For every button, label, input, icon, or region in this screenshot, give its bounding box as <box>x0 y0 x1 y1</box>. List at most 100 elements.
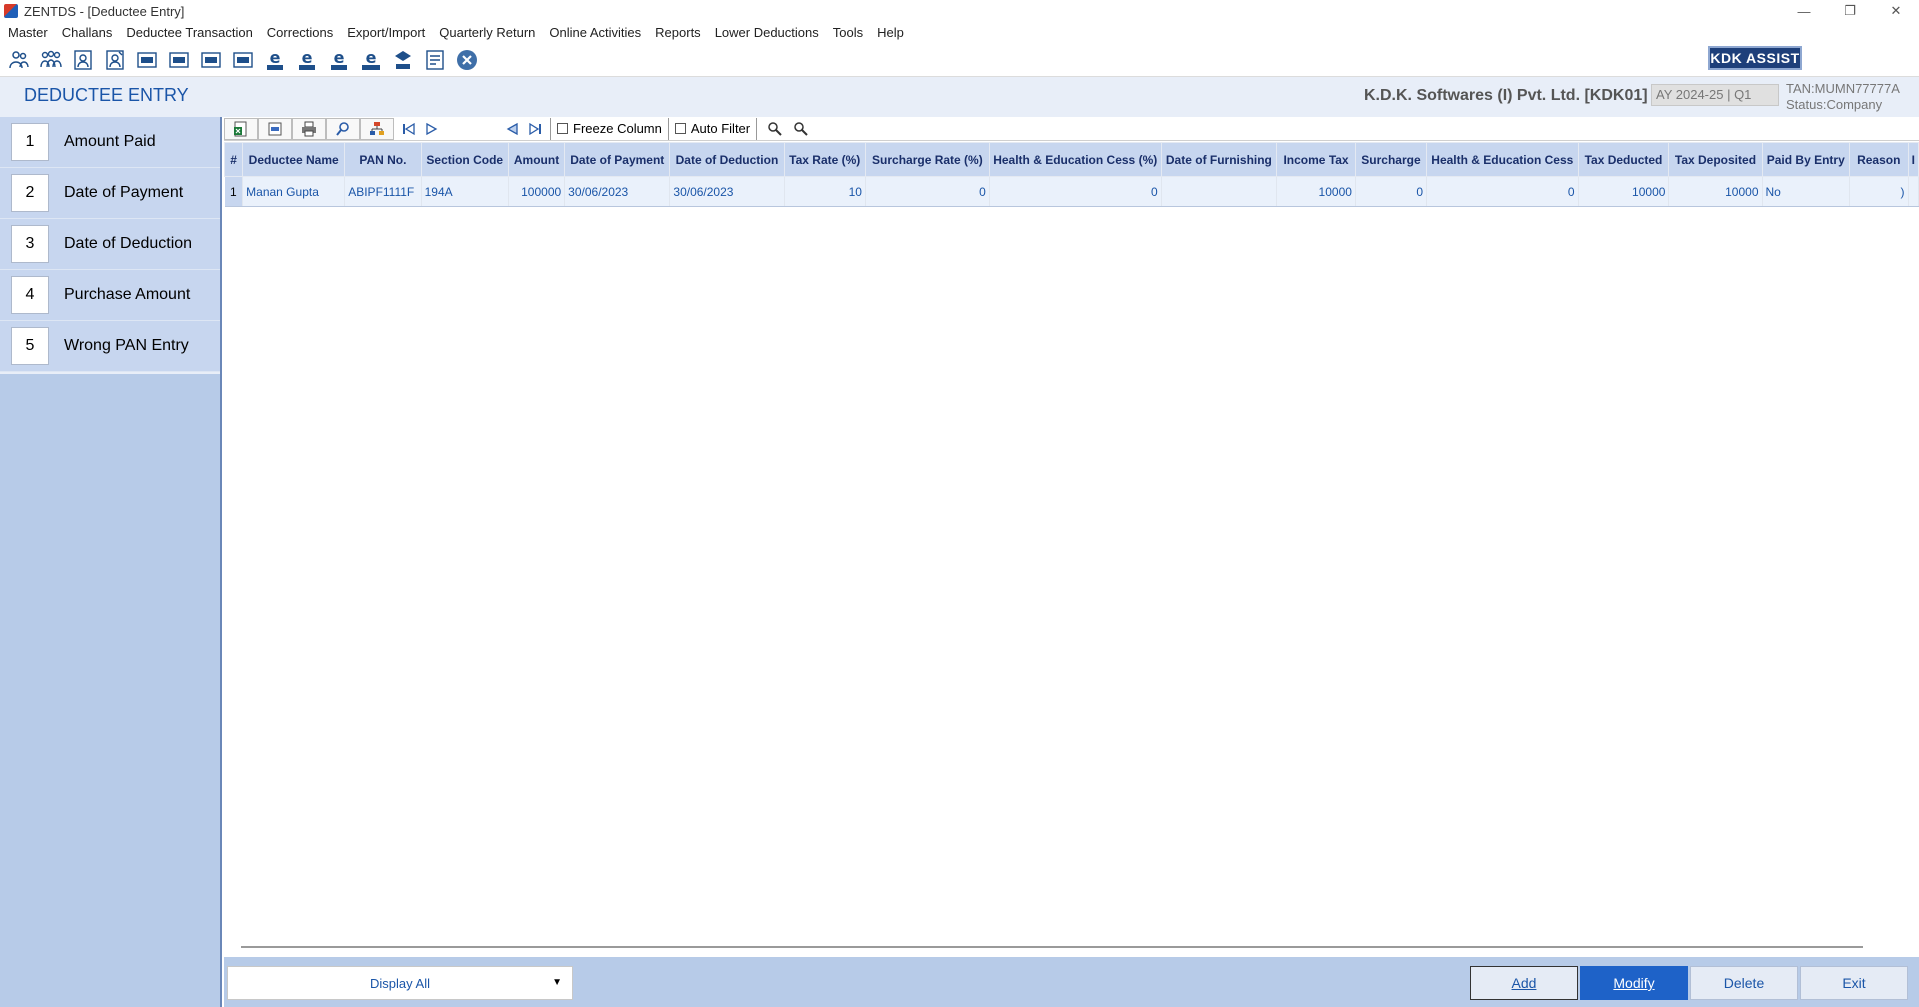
next-record-button[interactable] <box>420 118 442 140</box>
efile-27eq-icon[interactable]: e <box>358 47 384 73</box>
kdk-assist-button[interactable]: KDK ASSIST <box>1708 46 1802 70</box>
minimize-button[interactable]: — <box>1781 0 1827 22</box>
column-header-tax-deposited[interactable]: Tax Deposited <box>1668 142 1763 177</box>
column-header-cess-rate[interactable]: Health & Education Cess (%) <box>988 142 1162 177</box>
sidebar-item-label: Purchase Amount <box>64 286 191 303</box>
close-button[interactable]: ✕ <box>1873 0 1919 22</box>
export-csv-button[interactable] <box>258 117 292 140</box>
menu-quarterly-return[interactable]: Quarterly Return <box>439 25 535 40</box>
previous-record-button[interactable] <box>502 118 524 140</box>
title-bar: ZENTDS - [Deductee Entry] — ❐ ✕ <box>0 0 1919 22</box>
menu-export-import[interactable]: Export/Import <box>347 25 425 40</box>
sidebar-item-number: 2 <box>11 174 49 212</box>
form-24q-icon[interactable] <box>134 47 160 73</box>
table-row[interactable]: 1 Manan Gupta ABIPF1111F 194A 100000 30/… <box>224 176 1919 207</box>
sidebar-item-date-of-payment[interactable]: 2 Date of Payment <box>0 168 220 219</box>
column-header-surcharge-rate[interactable]: Surcharge Rate (%) <box>864 142 990 177</box>
row-index[interactable]: 1 <box>224 176 244 207</box>
column-header-reason[interactable]: Reason <box>1849 142 1909 177</box>
column-header-section-code[interactable]: Section Code <box>420 142 509 177</box>
column-header-income-tax[interactable]: Income Tax <box>1276 142 1356 177</box>
cell-surcharge-rate[interactable]: 0 <box>865 176 990 207</box>
freeze-column-checkbox[interactable]: Freeze Column <box>550 117 668 140</box>
display-filter-select[interactable]: Display All ▼ <box>227 966 573 1000</box>
menu-deductee-transaction[interactable]: Deductee Transaction <box>126 25 252 40</box>
column-header-date-of-payment[interactable]: Date of Payment <box>564 142 671 177</box>
column-header-truncated[interactable]: I <box>1907 142 1919 177</box>
auto-filter-box[interactable] <box>674 123 686 134</box>
efile-27q-icon[interactable]: e <box>326 47 352 73</box>
sidebar-item-date-of-deduction[interactable]: 3 Date of Deduction <box>0 219 220 270</box>
cell-deductee-name[interactable]: Manan Gupta <box>242 176 346 207</box>
column-header-index[interactable]: # <box>224 142 244 177</box>
column-header-date-of-deduction[interactable]: Date of Deduction <box>669 142 785 177</box>
column-header-paid-by-entry[interactable]: Paid By Entry <box>1761 142 1851 177</box>
column-header-tax-deducted[interactable]: Tax Deducted <box>1577 142 1670 177</box>
column-header-date-of-furnishing[interactable]: Date of Furnishing <box>1160 142 1278 177</box>
first-record-button[interactable] <box>398 118 420 140</box>
printer-icon <box>302 121 316 136</box>
sidebar-item-purchase-amount[interactable]: 4 Purchase Amount <box>0 270 220 321</box>
hierarchy-button[interactable] <box>360 117 394 140</box>
cell-tax-deducted[interactable]: 10000 <box>1578 176 1670 207</box>
menu-challans[interactable]: Challans <box>62 25 113 40</box>
restore-button[interactable]: ❐ <box>1827 0 1873 22</box>
auto-filter-checkbox[interactable]: Auto Filter <box>667 117 756 140</box>
column-header-pan[interactable]: PAN No. <box>344 142 422 177</box>
cell-section-code[interactable]: 194A <box>421 176 509 207</box>
menu-tools[interactable]: Tools <box>833 25 863 40</box>
column-header-amount[interactable]: Amount <box>507 142 566 177</box>
cell-reason[interactable]: ) <box>1849 176 1909 207</box>
menu-corrections[interactable]: Corrections <box>267 25 333 40</box>
cell-date-of-furnishing[interactable] <box>1161 176 1278 207</box>
modify-button[interactable]: Modify <box>1580 966 1688 1000</box>
report-icon[interactable] <box>422 47 448 73</box>
form-26q-icon[interactable] <box>166 47 192 73</box>
print-button[interactable] <box>292 117 326 140</box>
find-button[interactable] <box>326 117 360 140</box>
find-next-icon[interactable] <box>793 121 809 137</box>
freeze-column-box[interactable] <box>557 123 568 134</box>
cell-tax-rate[interactable]: 10 <box>784 176 866 207</box>
group-icon[interactable] <box>38 47 64 73</box>
column-header-surcharge[interactable]: Surcharge <box>1354 142 1428 177</box>
cell-tax-deposited[interactable]: 10000 <box>1668 176 1763 207</box>
cell-amount[interactable]: 100000 <box>508 176 566 207</box>
cell-cess[interactable]: 0 <box>1426 176 1579 207</box>
efile-26q-icon[interactable]: e <box>294 47 320 73</box>
menu-help[interactable]: Help <box>877 25 904 40</box>
close-circle-icon[interactable] <box>454 47 480 73</box>
form-27q-icon[interactable] <box>198 47 224 73</box>
column-header-tax-rate[interactable]: Tax Rate (%) <box>783 142 866 177</box>
sidebar-item-amount-paid[interactable]: 1 Amount Paid <box>0 117 220 168</box>
menu-master[interactable]: Master <box>8 25 48 40</box>
menu-lower-deductions[interactable]: Lower Deductions <box>715 25 819 40</box>
last-record-button[interactable] <box>524 118 546 140</box>
cell-date-of-payment[interactable]: 30/06/2023 <box>564 176 671 207</box>
cell-truncated[interactable] <box>1908 176 1919 207</box>
user-edit-icon[interactable] <box>102 47 128 73</box>
column-header-deductee-name[interactable]: Deductee Name <box>242 142 346 177</box>
cell-pan[interactable]: ABIPF1111F <box>344 176 422 207</box>
cell-cess-rate[interactable]: 0 <box>989 176 1162 207</box>
tds-icon[interactable] <box>390 47 416 73</box>
cell-date-of-deduction[interactable]: 30/06/2023 <box>669 176 785 207</box>
find-user-icon[interactable] <box>767 121 783 137</box>
hierarchy-icon <box>370 121 384 135</box>
export-excel-button[interactable] <box>224 117 258 140</box>
sidebar-item-wrong-pan-entry[interactable]: 5 Wrong PAN Entry <box>0 321 220 372</box>
form-27eq-icon[interactable] <box>230 47 256 73</box>
add-button[interactable]: Add <box>1470 966 1578 1000</box>
exit-button[interactable]: Exit <box>1800 966 1908 1000</box>
efile-24q-icon[interactable]: e <box>262 47 288 73</box>
horizontal-scrollbar[interactable] <box>241 946 1863 948</box>
menu-reports[interactable]: Reports <box>655 25 701 40</box>
users-icon[interactable] <box>6 47 32 73</box>
menu-online-activities[interactable]: Online Activities <box>549 25 641 40</box>
cell-income-tax[interactable]: 10000 <box>1276 176 1356 207</box>
cell-paid-by-entry[interactable]: No <box>1762 176 1851 207</box>
delete-button[interactable]: Delete <box>1690 966 1798 1000</box>
user-add-icon[interactable] <box>70 47 96 73</box>
column-header-cess[interactable]: Health & Education Cess <box>1426 142 1579 177</box>
cell-surcharge[interactable]: 0 <box>1355 176 1428 207</box>
